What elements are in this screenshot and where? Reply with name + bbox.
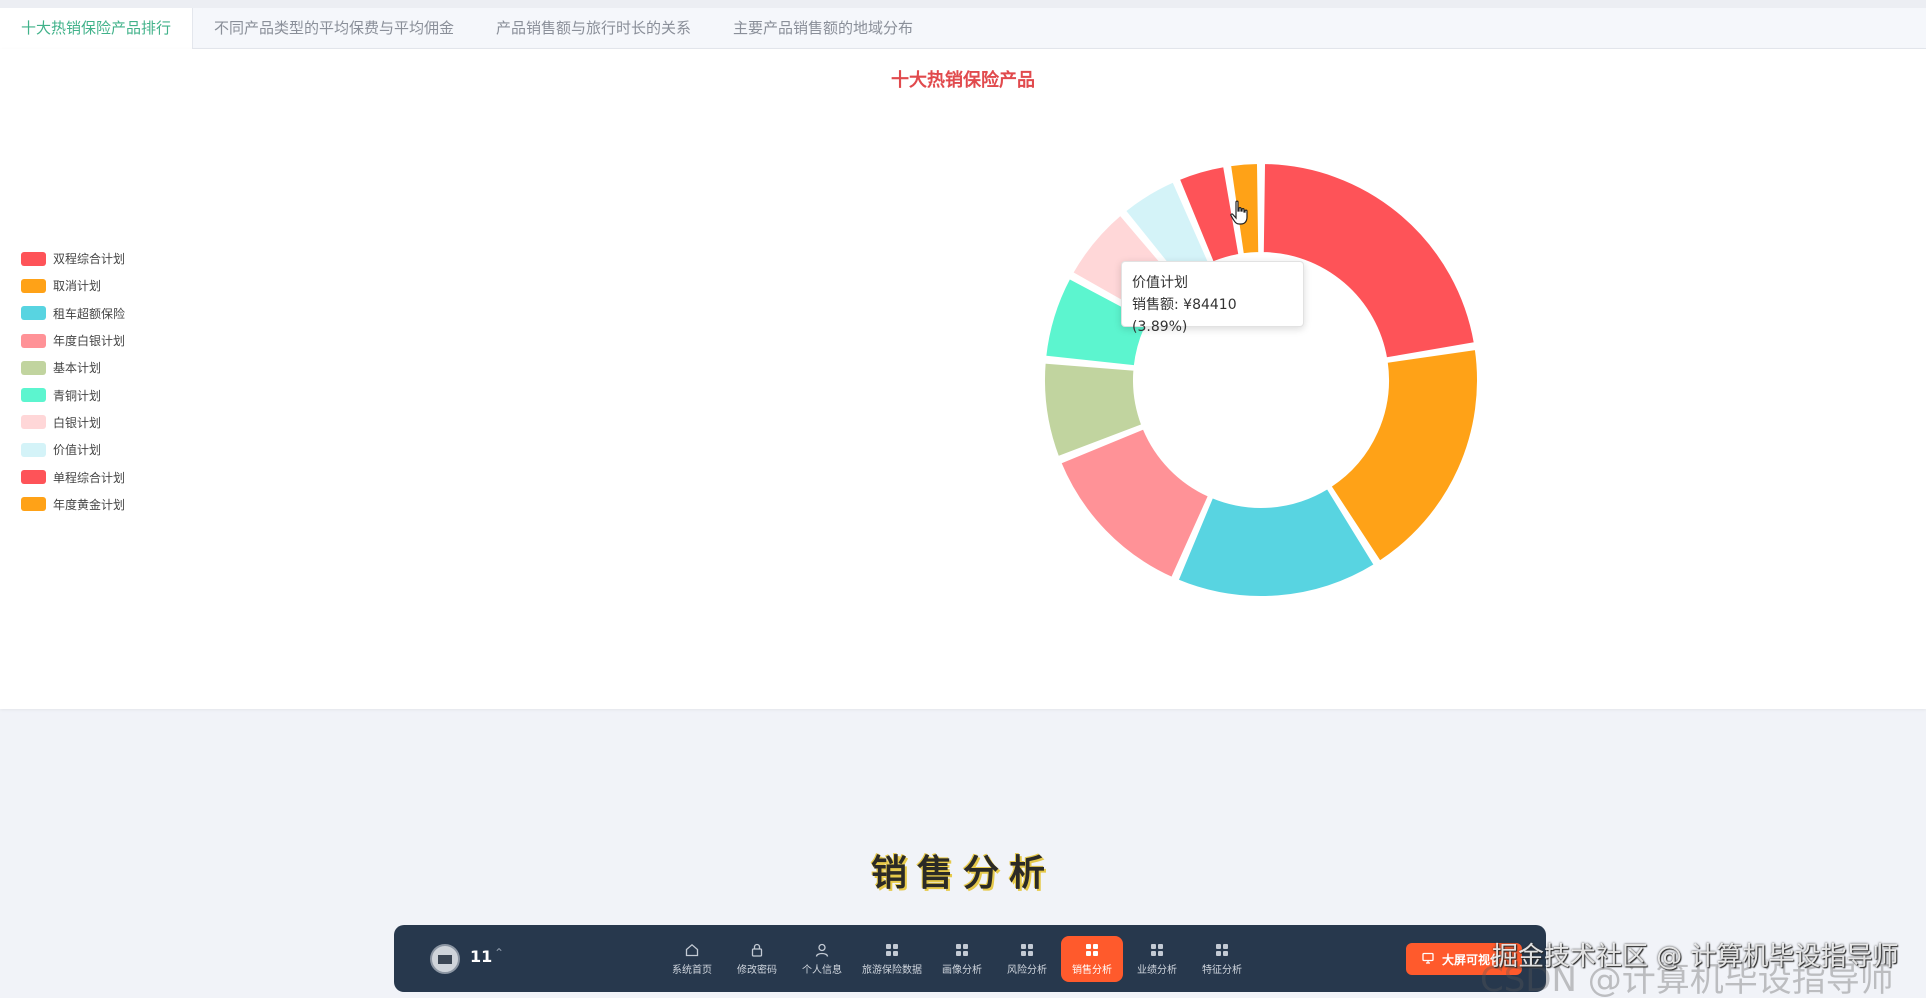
- lock-icon: [749, 942, 765, 958]
- nav-label: 业绩分析: [1137, 965, 1177, 976]
- user-icon: [814, 942, 830, 958]
- hand-cursor-icon: [1230, 200, 1248, 225]
- nav-item-travel-data[interactable]: 旅游保险数据: [856, 936, 928, 982]
- nav-item-risk[interactable]: 风险分析: [996, 936, 1058, 982]
- nav-item-home[interactable]: 系统首页: [661, 936, 723, 982]
- monitor-icon: [1422, 952, 1434, 967]
- grid-icon: [1149, 942, 1165, 958]
- grid-icon: [1214, 942, 1230, 958]
- grid-icon: [1019, 942, 1035, 958]
- bottom-dock: 11 ⌃ 系统首页 修改密码 个人信息 旅游保险数据 画像分析 风险分析 销售分…: [394, 925, 1546, 992]
- nav-label: 系统首页: [672, 965, 712, 976]
- tooltip-title: 价值计划: [1132, 275, 1188, 291]
- nav-item-performance[interactable]: 业绩分析: [1126, 936, 1188, 982]
- nav-item-change-password[interactable]: 修改密码: [726, 936, 788, 982]
- chart-tooltip: 价值计划 销售额: ¥84410 (3.89%): [1121, 261, 1304, 335]
- username: 11: [470, 947, 493, 966]
- dock-nav: 系统首页 修改密码 个人信息 旅游保险数据 画像分析 风险分析 销售分析 业绩分…: [661, 936, 1256, 982]
- avatar[interactable]: [430, 944, 460, 974]
- home-icon: [684, 942, 700, 958]
- nav-item-sales[interactable]: 销售分析: [1061, 936, 1123, 982]
- watermark: 掘金技术社区 @ 计算机毕设指导师: [1492, 942, 1899, 972]
- page-caption: 销售分析: [870, 852, 1055, 894]
- nav-item-feature[interactable]: 特征分析: [1191, 936, 1253, 982]
- tooltip-value: 销售额: ¥84410 (3.89%): [1132, 297, 1237, 335]
- nav-label: 个人信息: [802, 965, 842, 976]
- nav-label: 风险分析: [1007, 965, 1047, 976]
- grid-icon: [954, 942, 970, 958]
- nav-label: 销售分析: [1072, 965, 1112, 976]
- chevron-up-icon[interactable]: ⌃: [494, 946, 504, 960]
- nav-label: 旅游保险数据: [862, 965, 922, 976]
- nav-label: 修改密码: [737, 965, 777, 976]
- nav-item-portrait[interactable]: 画像分析: [931, 936, 993, 982]
- grid-icon: [1084, 942, 1100, 958]
- grid-icon: [884, 942, 900, 958]
- nav-label: 特征分析: [1202, 965, 1242, 976]
- nav-label: 画像分析: [942, 965, 982, 976]
- donut-slice[interactable]: [1059, 427, 1210, 579]
- nav-item-profile[interactable]: 个人信息: [791, 936, 853, 982]
